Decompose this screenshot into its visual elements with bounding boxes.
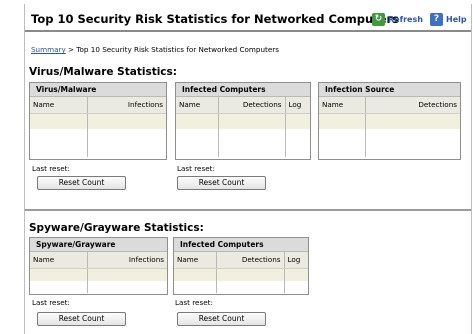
column-header-infections[interactable]: Infections: [87, 97, 166, 114]
table-row: [319, 129, 460, 157]
table-row: [174, 281, 308, 293]
refresh-button[interactable]: ↻ Refresh: [372, 12, 423, 26]
breadcrumb: Summary > Top 10 Security Risk Statistic…: [31, 45, 279, 54]
spyware-infected-reset-count-button[interactable]: Reset Count: [177, 312, 266, 326]
column-header-name[interactable]: Name: [30, 97, 88, 114]
column-header-log[interactable]: Log: [284, 252, 308, 269]
virus-section-heading: Virus/Malware Statistics:: [29, 66, 177, 78]
table-row: [30, 268, 167, 281]
table-row: [30, 281, 167, 293]
table-row: [176, 129, 310, 157]
infected-computers-reset-count-button[interactable]: Reset Count: [177, 176, 266, 190]
column-header-name[interactable]: Name: [319, 97, 366, 114]
column-header-detections[interactable]: Detections: [216, 252, 285, 269]
spyware-section-heading: Spyware/Grayware Statistics:: [29, 222, 204, 234]
virus-reset-count-button[interactable]: Reset Count: [37, 176, 126, 190]
section-divider: [25, 209, 471, 211]
page-title: Top 10 Security Risk Statistics for Netw…: [31, 12, 400, 26]
breadcrumb-separator: >: [68, 45, 75, 54]
infection-source-table: Name Detections: [319, 97, 460, 157]
table-row: [176, 113, 310, 129]
spyware-grayware-table: Name Infections: [30, 252, 167, 293]
main-frame: Top 10 Security Risk Statistics for Netw…: [24, 4, 472, 334]
help-button[interactable]: ? Help: [430, 12, 467, 26]
breadcrumb-summary-link[interactable]: Summary: [31, 45, 66, 54]
spyware-infected-computers-table: Name Detections Log: [174, 252, 308, 293]
table-row: [30, 129, 166, 157]
column-header-name[interactable]: Name: [30, 252, 88, 269]
help-icon: ?: [430, 12, 443, 26]
infected-computers-panel: Infected Computers Name Detections Log: [175, 82, 311, 160]
spyware-grayware-panel: Spyware/Grayware Name Infections: [29, 237, 168, 295]
virus-last-reset-label: Last reset:: [32, 164, 70, 173]
title-bar: Top 10 Security Risk Statistics for Netw…: [25, 4, 471, 32]
infection-source-panel: Infection Source Name Detections: [318, 82, 461, 160]
column-header-log[interactable]: Log: [285, 97, 310, 114]
table-row: [319, 113, 460, 129]
infection-source-panel-title: Infection Source: [319, 83, 460, 97]
spyware-infected-computers-panel: Infected Computers Name Detections Log: [173, 237, 309, 295]
refresh-label: Refresh: [388, 14, 423, 24]
column-header-name[interactable]: Name: [176, 97, 219, 114]
spyware-reset-count-button[interactable]: Reset Count: [37, 312, 126, 326]
table-row: [30, 113, 166, 129]
spyware-grayware-panel-title: Spyware/Grayware: [30, 238, 167, 252]
spyware-last-reset-label: Last reset:: [32, 298, 70, 307]
column-header-detections[interactable]: Detections: [365, 97, 460, 114]
virus-malware-table: Name Infections: [30, 97, 166, 157]
infected-computers-table: Name Detections Log: [176, 97, 310, 157]
infected-computers-panel-title: Infected Computers: [176, 83, 310, 97]
virus-malware-panel-title: Virus/Malware: [30, 83, 166, 97]
help-label: Help: [446, 14, 467, 24]
spyware-infected-computers-panel-title: Infected Computers: [174, 238, 308, 252]
refresh-icon: ↻: [372, 12, 385, 26]
column-header-infections[interactable]: Infections: [87, 252, 167, 269]
column-header-detections[interactable]: Detections: [218, 97, 286, 114]
breadcrumb-current: Top 10 Security Risk Statistics for Netw…: [76, 45, 279, 54]
table-row: [174, 268, 308, 281]
spyware-infected-last-reset-label: Last reset:: [175, 298, 213, 307]
column-header-name[interactable]: Name: [174, 252, 217, 269]
virus-malware-panel: Virus/Malware Name Infections: [29, 82, 167, 160]
infected-computers-last-reset-label: Last reset:: [177, 164, 215, 173]
